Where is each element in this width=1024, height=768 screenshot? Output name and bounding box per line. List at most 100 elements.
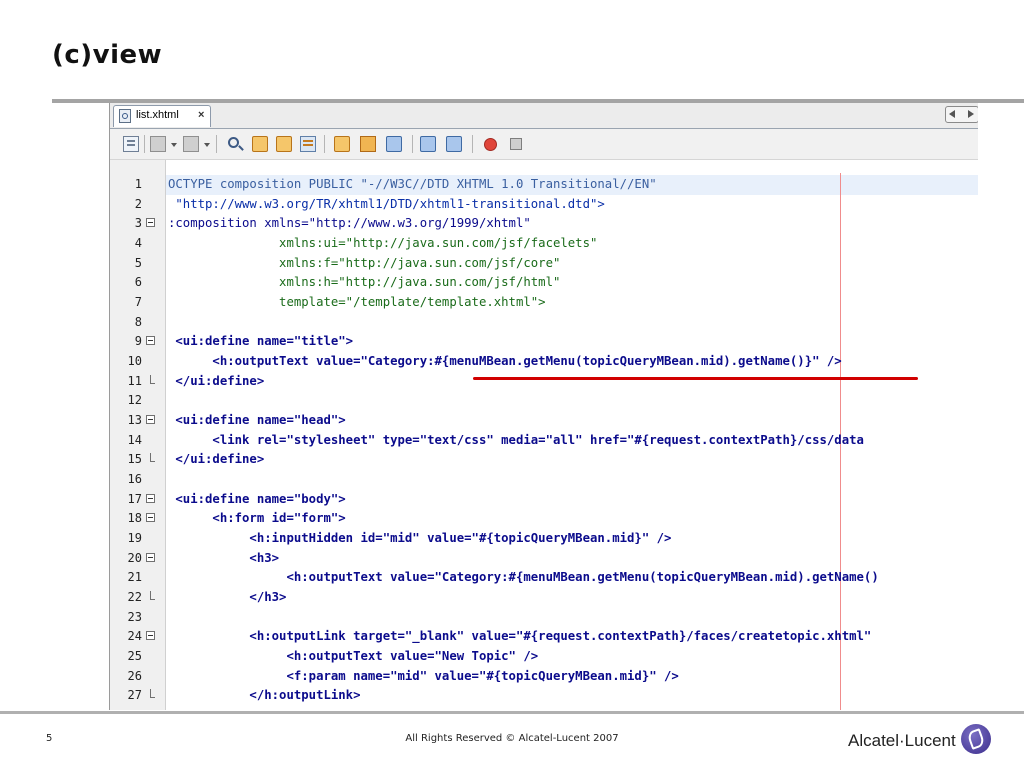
fold-toggle-icon[interactable] — [146, 513, 155, 522]
code-text: <h3> — [168, 551, 280, 565]
close-icon[interactable]: × — [198, 109, 204, 121]
code-line: 21 <h:outputText value="Category:#{menuM… — [110, 568, 979, 588]
line-number: 25 — [127, 649, 142, 663]
fold-toggle-icon[interactable] — [146, 631, 155, 640]
line-number: 8 — [134, 315, 142, 329]
code-line: 6 xmlns:h="http://java.sun.com/jsf/html" — [110, 273, 979, 293]
line-number: 21 — [127, 570, 142, 584]
line-number: 4 — [134, 236, 142, 250]
code-line: 15 </ui:define> — [110, 450, 979, 470]
line-number: 6 — [134, 275, 142, 289]
code-text: xmlns:ui="http://java.sun.com/jsf/facele… — [168, 236, 598, 250]
code-line: 27 </h:outputLink> — [110, 686, 979, 706]
code-text: OCTYPE composition PUBLIC "-//W3C//DTD X… — [168, 177, 657, 191]
code-text: </ui:define> — [168, 452, 265, 466]
tab-label: list.xhtml — [136, 109, 179, 121]
annotation-underline — [473, 377, 918, 380]
tab-scroll-buttons — [945, 106, 979, 123]
code-line: 20 <h3> — [110, 549, 979, 569]
code-line: 18 <h:form id="form"> — [110, 509, 979, 529]
code-text: "http://www.w3.org/TR/xhtml1/DTD/xhtml1-… — [168, 197, 605, 211]
find-next-icon[interactable] — [276, 136, 292, 152]
previous-bookmark-icon[interactable] — [150, 136, 166, 152]
logo-text: Alcatel·Lucent — [848, 731, 956, 750]
chevron-down-icon[interactable] — [204, 143, 210, 147]
editor-tab-bar: list.xhtml × — [110, 103, 979, 129]
slide-margin — [978, 103, 1024, 710]
fold-end-marker — [150, 375, 155, 384]
line-number: 13 — [127, 413, 142, 427]
toggle-highlight-icon[interactable] — [300, 136, 316, 152]
fold-toggle-icon[interactable] — [146, 553, 155, 562]
code-text: <h:form id="form"> — [168, 511, 346, 525]
code-line: 24 <h:outputLink target="_blank" value="… — [110, 627, 979, 647]
fold-end-marker — [150, 591, 155, 600]
scroll-left-icon[interactable] — [949, 110, 955, 118]
line-number: 7 — [134, 295, 142, 309]
line-number: 9 — [134, 334, 142, 348]
code-line: 11 </ui:define> — [110, 372, 979, 392]
shift-left-icon[interactable] — [420, 136, 436, 152]
code-line: 4 xmlns:ui="http://java.sun.com/jsf/face… — [110, 234, 979, 254]
code-line: 1 OCTYPE composition PUBLIC "-//W3C//DTD… — [110, 175, 979, 195]
toggle-rect-icon[interactable] — [386, 136, 402, 152]
ide-editor-window: list.xhtml × 1 OCTYPE composition PUBLIC… — [109, 103, 979, 710]
fold-toggle-icon[interactable] — [146, 494, 155, 503]
code-text: <h:outputText value="Category:#{menuMBea… — [168, 354, 842, 368]
line-number: 15 — [127, 452, 142, 466]
tab-list-xhtml[interactable]: list.xhtml × — [113, 105, 211, 127]
code-line: 26 <f:param name="mid" value="#{topicQue… — [110, 667, 979, 687]
code-text: template="/template/template.xhtml"> — [168, 295, 546, 309]
line-number: 10 — [127, 354, 142, 368]
code-text: </ui:define> — [168, 374, 265, 388]
line-number: 24 — [127, 629, 142, 643]
code-line: 16 — [110, 470, 979, 490]
toggle-bookmark-icon[interactable] — [123, 136, 139, 152]
previous-error-icon[interactable] — [334, 136, 350, 152]
code-text: <ui:define name="body"> — [168, 492, 346, 506]
code-line: 7 template="/template/template.xhtml"> — [110, 293, 979, 313]
next-bookmark-icon[interactable] — [183, 136, 199, 152]
toolbar-separator — [324, 135, 325, 153]
stop-macro-icon[interactable] — [510, 138, 522, 150]
chevron-down-icon[interactable] — [171, 143, 177, 147]
code-line: 14 <link rel="stylesheet" type="text/css… — [110, 431, 979, 451]
fold-end-marker — [150, 453, 155, 462]
find-previous-icon[interactable] — [252, 136, 268, 152]
code-line: 25 <h:outputText value="New Topic" /> — [110, 647, 979, 667]
code-text: <h:outputText value="Category:#{menuMBea… — [168, 570, 879, 584]
record-macro-icon[interactable] — [484, 138, 497, 151]
code-line: 10 <h:outputText value="Category:#{menuM… — [110, 352, 979, 372]
code-text: xmlns:h="http://java.sun.com/jsf/html" — [168, 275, 561, 289]
editor-toolbar — [110, 129, 979, 160]
fold-toggle-icon[interactable] — [146, 336, 155, 345]
code-text: <link rel="stylesheet" type="text/css" m… — [168, 433, 864, 447]
code-text: <f:param name="mid" value="#{topicQueryM… — [168, 669, 679, 683]
fold-end-marker — [150, 689, 155, 698]
line-number: 3 — [134, 216, 142, 230]
line-number: 1 — [134, 177, 142, 191]
code-text: :composition xmlns="http://www.w3.org/19… — [168, 216, 531, 230]
line-number: 27 — [127, 688, 142, 702]
footer-divider — [0, 711, 1024, 714]
next-error-icon[interactable] — [360, 136, 376, 152]
code-text: <ui:define name="head"> — [168, 413, 346, 427]
scroll-right-icon[interactable] — [968, 110, 974, 118]
fold-toggle-icon[interactable] — [146, 218, 155, 227]
find-icon[interactable] — [228, 137, 239, 148]
code-line: 23 — [110, 608, 979, 628]
code-line: 12 — [110, 391, 979, 411]
line-number: 19 — [127, 531, 142, 545]
code-line: 13 <ui:define name="head"> — [110, 411, 979, 431]
slide-title: (c)view — [52, 40, 163, 70]
code-text: <h:outputText value="New Topic" /> — [168, 649, 539, 663]
shift-right-icon[interactable] — [446, 136, 462, 152]
code-text: <ui:define name="title"> — [168, 334, 354, 348]
fold-toggle-icon[interactable] — [146, 415, 155, 424]
toolbar-separator — [472, 135, 473, 153]
code-text: <h:inputHidden id="mid" value="#{topicQu… — [168, 531, 672, 545]
line-number: 26 — [127, 669, 142, 683]
code-line: 2 "http://www.w3.org/TR/xhtml1/DTD/xhtml… — [110, 195, 979, 215]
xhtml-file-icon — [119, 109, 131, 123]
line-number: 22 — [127, 590, 142, 604]
